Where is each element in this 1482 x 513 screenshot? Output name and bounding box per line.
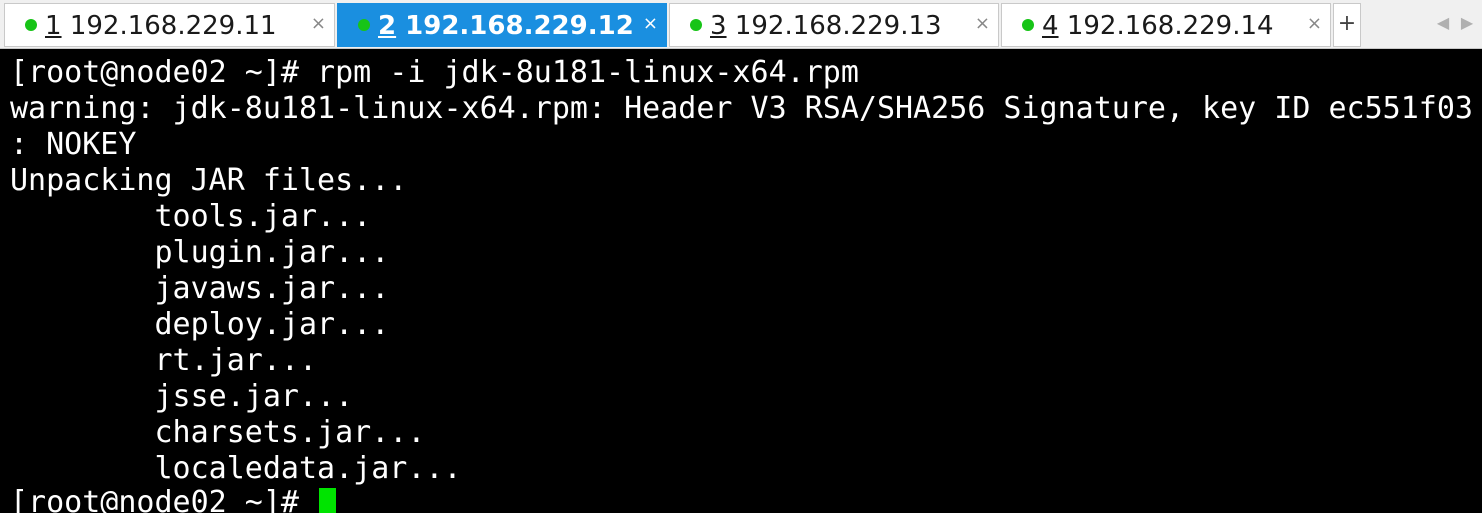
terminal-line: : NOKEY bbox=[10, 127, 137, 162]
terminal-line: plugin.jar... bbox=[10, 235, 390, 270]
tab-label: 1 192.168.229.11 bbox=[45, 9, 277, 43]
terminal-line: warning: jdk-8u181-linux-x64.rpm: Header… bbox=[10, 91, 1473, 126]
tab-host: 192.168.229.14 bbox=[1066, 11, 1274, 41]
tab-host: 192.168.229.13 bbox=[734, 11, 942, 41]
terminal-output[interactable]: [root@node02 ~]# rpm -i jdk-8u181-linux-… bbox=[0, 49, 1482, 513]
tab-label: 4 192.168.229.14 bbox=[1042, 9, 1274, 43]
terminal-line: charsets.jar... bbox=[10, 415, 426, 450]
terminal-line: localedata.jar... bbox=[10, 451, 462, 486]
terminal-prompt-line: [root@node02 ~]# bbox=[10, 485, 337, 513]
connected-status-icon bbox=[358, 19, 370, 31]
tab-number: 3 bbox=[710, 11, 727, 41]
tab-number: 4 bbox=[1042, 11, 1059, 41]
close-tab-icon[interactable]: × bbox=[1307, 12, 1322, 36]
terminal-line: jsse.jar... bbox=[10, 379, 354, 414]
close-tab-icon[interactable]: × bbox=[311, 12, 326, 36]
tab-number: 2 bbox=[378, 11, 397, 41]
session-tab-3[interactable]: 3 192.168.229.13 × bbox=[669, 3, 999, 47]
shell-prompt: [root@node02 ~]# bbox=[10, 485, 318, 513]
terminal-line: [root@node02 ~]# rpm -i jdk-8u181-linux-… bbox=[10, 55, 859, 90]
session-tab-4[interactable]: 4 192.168.229.14 × bbox=[1001, 3, 1331, 47]
add-tab-button[interactable]: + bbox=[1333, 3, 1361, 47]
session-tab-1[interactable]: 1 192.168.229.11 × bbox=[4, 3, 335, 47]
terminal-line: rt.jar... bbox=[10, 343, 318, 378]
connected-status-icon bbox=[690, 19, 702, 31]
scroll-tabs-left-icon[interactable]: ◀ bbox=[1434, 10, 1452, 36]
connected-status-icon bbox=[25, 19, 37, 31]
terminal-line: deploy.jar... bbox=[10, 307, 390, 342]
tab-label: 2 192.168.229.12 bbox=[378, 9, 634, 43]
tab-label: 3 192.168.229.13 bbox=[710, 9, 942, 43]
terminal-line: javaws.jar... bbox=[10, 271, 390, 306]
tab-host: 192.168.229.12 bbox=[405, 11, 634, 41]
scroll-tabs-right-icon[interactable]: ▶ bbox=[1458, 10, 1476, 36]
close-tab-icon[interactable]: × bbox=[643, 12, 658, 36]
session-tab-bar: 1 192.168.229.11 × 2 192.168.229.12 × 3 … bbox=[0, 0, 1482, 49]
session-tab-2[interactable]: 2 192.168.229.12 × bbox=[337, 3, 667, 47]
terminal-line: tools.jar... bbox=[10, 199, 372, 234]
tab-host: 192.168.229.11 bbox=[69, 11, 277, 41]
close-tab-icon[interactable]: × bbox=[975, 12, 990, 36]
terminal-line: Unpacking JAR files... bbox=[10, 163, 408, 198]
tab-number: 1 bbox=[45, 11, 62, 41]
connected-status-icon bbox=[1022, 19, 1034, 31]
terminal-cursor bbox=[319, 488, 337, 513]
